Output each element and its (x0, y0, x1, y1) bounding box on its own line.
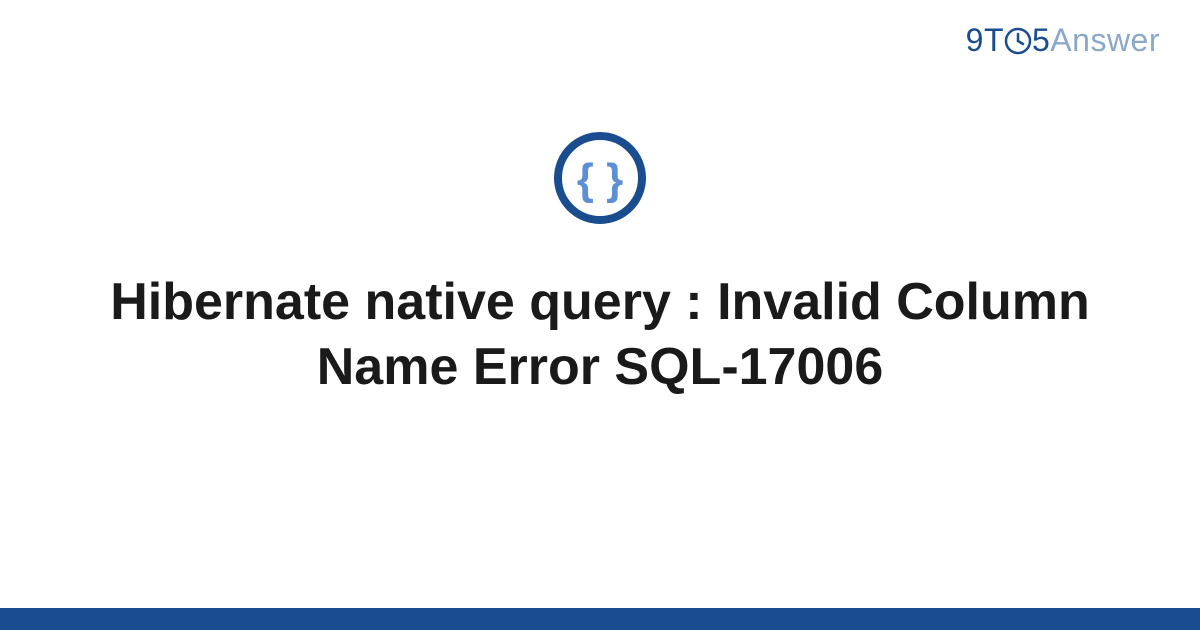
brand-text-9t: 9T (966, 22, 1004, 58)
topic-icon-container: { } (552, 130, 648, 231)
page-title: Hibernate native query : Invalid Column … (75, 270, 1125, 400)
footer-bar (0, 608, 1200, 630)
clock-icon (1004, 27, 1032, 55)
brand-logo: 9T 5Answer (966, 22, 1160, 59)
code-braces-icon: { } (552, 130, 648, 226)
brand-text-answer: Answer (1050, 22, 1160, 58)
svg-text:{ }: { } (577, 155, 623, 204)
brand-text-5: 5 (1032, 22, 1050, 58)
